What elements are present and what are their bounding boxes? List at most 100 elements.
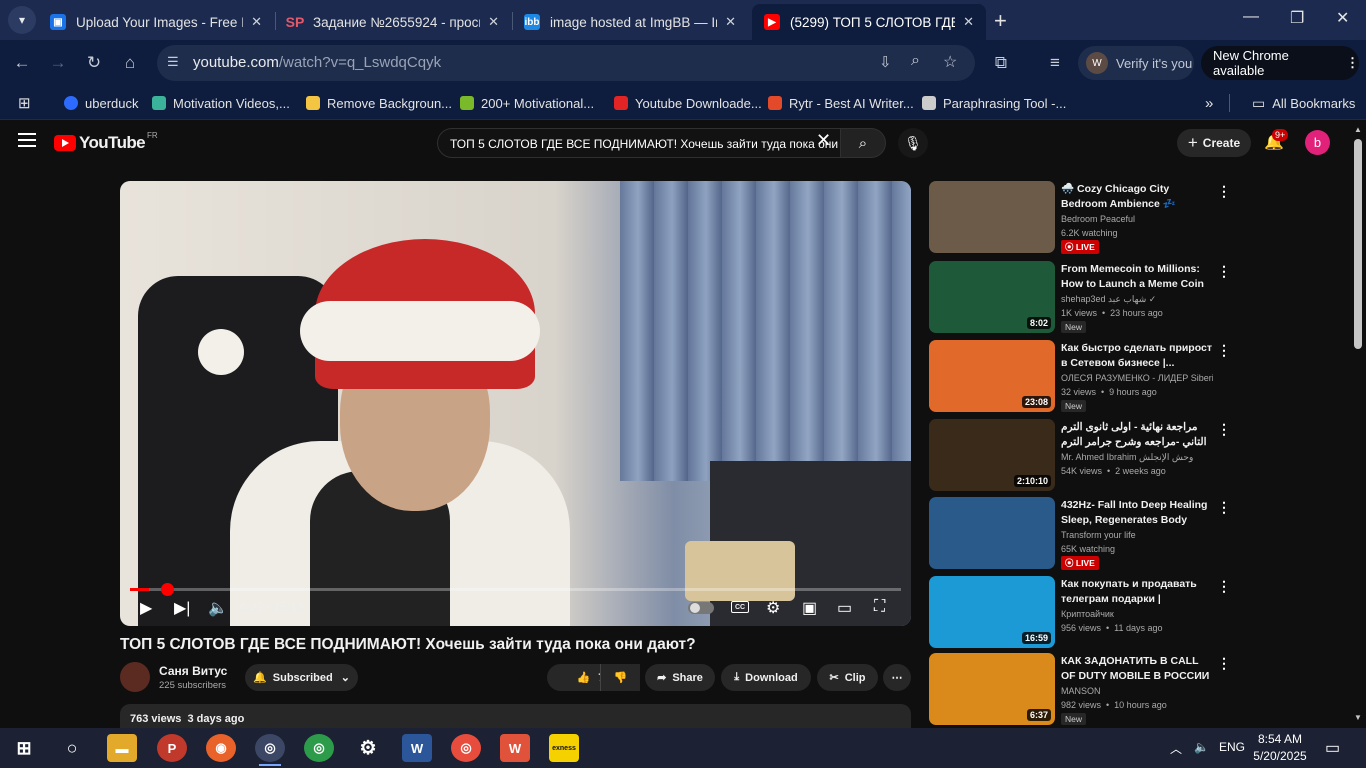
home-icon[interactable]: ⌂ (118, 51, 142, 75)
more-options-icon[interactable]: ⋮ (1217, 263, 1231, 280)
tab-youtube-active[interactable]: ▶ (5299) ТОП 5 СЛОТОВ ГДЕ ВСЕ ✕ (752, 4, 986, 40)
more-options-icon[interactable]: ⋮ (1217, 578, 1231, 595)
subscribed-button[interactable]: 🔔 Subscribed ⌄ (245, 664, 358, 691)
tray-expand-icon[interactable]: ︿ (1170, 740, 1182, 757)
more-options-icon[interactable]: ⋮ (1217, 183, 1231, 200)
subtitles-icon[interactable]: CC (731, 601, 749, 613)
recommended-title[interactable]: 🌨️ Cozy Chicago City Bedroom Ambience 💤 … (1061, 182, 1213, 212)
settings-gear-icon[interactable]: ⚙ (766, 598, 780, 618)
bookmark-star-icon[interactable]: ☆ (943, 52, 957, 72)
exness-icon[interactable]: exness (549, 734, 579, 762)
notification-center-icon[interactable]: ▭ (1325, 738, 1340, 758)
fullscreen-icon[interactable]: ⛶ (874, 598, 885, 616)
close-tab-icon[interactable]: ✕ (488, 14, 499, 30)
wps-office-icon[interactable]: W (500, 734, 530, 762)
more-options-icon[interactable]: ⋮ (1217, 655, 1231, 672)
chrome-icon[interactable]: ◎ (304, 734, 334, 762)
recommended-title[interactable]: Как быстро сделать прирост в Сетевом биз… (1061, 341, 1213, 371)
voice-search-button[interactable]: 🎙 (898, 128, 928, 158)
page-scrollbar[interactable]: ▲ ▼ (1350, 121, 1366, 728)
autoplay-toggle[interactable] (688, 602, 714, 614)
recommended-title[interactable]: 432Hz- Fall Into Deep Healing Sleep, Reg… (1061, 498, 1213, 528)
video-thumbnail[interactable]: 6:37 (929, 653, 1055, 725)
account-avatar[interactable]: b (1305, 130, 1330, 155)
tab-search-button[interactable]: ▾ (8, 6, 36, 34)
powerpoint-viewer-icon[interactable]: P (157, 734, 187, 762)
video-thumbnail[interactable] (929, 497, 1055, 569)
recommended-video[interactable]: 2:10:10 مراجعة نهائية - اولى ثانوى الترم … (929, 419, 1231, 491)
miniplayer-icon[interactable]: ▣ (802, 598, 817, 618)
search-button[interactable]: ⌕ (840, 128, 886, 158)
more-options-icon[interactable]: ⋮ (1217, 499, 1231, 516)
recommended-video[interactable]: 8:02 From Memecoin to Millions: How to La… (929, 261, 1231, 333)
recommended-video[interactable]: 6:37 КАК ЗАДОНАТИТЬ В CALL OF DUTY MOBILE… (929, 653, 1231, 725)
recommended-channel[interactable]: Криптоайчик (1061, 609, 1213, 619)
bookmark-motivation-videos[interactable]: Motivation Videos,... (152, 92, 290, 114)
firefox-icon[interactable]: ◉ (206, 734, 236, 762)
recommended-video[interactable]: 🌨️ Cozy Chicago City Bedroom Ambience 💤 … (929, 181, 1231, 254)
recommended-title[interactable]: From Memecoin to Millions: How to Launch… (1061, 262, 1213, 292)
video-thumbnail[interactable]: 16:59 (929, 576, 1055, 648)
back-arrow-icon[interactable]: ← (10, 51, 34, 75)
media-controls-icon[interactable]: ≡ (1043, 51, 1067, 75)
youtube-logo[interactable]: YouTube FR (54, 131, 158, 153)
theater-mode-icon[interactable]: ▭ (837, 598, 852, 618)
recommended-title[interactable]: КАК ЗАДОНАТИТЬ В CALL OF DUTY MOBILE В Р… (1061, 654, 1213, 684)
speaker-icon[interactable]: 🔈 (1194, 740, 1209, 754)
new-tab-button[interactable]: + (994, 8, 1007, 34)
more-bookmarks-icon[interactable]: » (1205, 92, 1213, 114)
chrome-red-icon[interactable]: ◎ (451, 734, 481, 762)
bookmark-youtube-downloader[interactable]: Youtube Downloade... (614, 92, 762, 114)
video-player[interactable]: ▶ ▶| 🔈 0:22 / 15:13 CC ⚙ ▣ ▭ ⛶ (120, 181, 911, 626)
scroll-up-icon[interactable]: ▲ (1354, 125, 1362, 134)
clip-button[interactable]: ✂ Clip (817, 664, 878, 691)
all-bookmarks-button[interactable]: ▭ All Bookmarks (1252, 92, 1355, 114)
recommended-video[interactable]: 432Hz- Fall Into Deep Healing Sleep, Reg… (929, 497, 1231, 570)
zoom-icon[interactable]: ⌕ (911, 52, 920, 70)
bookmark-paraphrasing[interactable]: Paraphrasing Tool -... (922, 92, 1066, 114)
reload-icon[interactable]: ↻ (82, 51, 106, 75)
share-button[interactable]: ➦ Share (645, 664, 715, 691)
address-bar[interactable]: ☰ youtube.com/watch?v=q_LswdqCqyk ⇩ ⌕ ☆ (157, 45, 975, 81)
maximize-button[interactable]: ❐ (1290, 8, 1304, 28)
recommended-channel[interactable]: shehap3ed شهاب عبد ✓ (1061, 294, 1213, 305)
bookmark-uberduck[interactable]: uberduck (64, 92, 138, 114)
search-input[interactable]: ТОП 5 СЛОТОВ ГДЕ ВСЕ ПОДНИМАЮТ! Хочешь з… (437, 128, 841, 158)
progress-scrubber[interactable] (160, 583, 174, 596)
more-actions-button[interactable]: ⋯ (883, 664, 911, 691)
tab-imgbb[interactable]: ibb image hosted at ImgBB — ImgB ✕ (512, 4, 748, 40)
language-indicator[interactable]: ENG (1219, 740, 1245, 754)
clear-search-icon[interactable]: ✕ (816, 130, 831, 151)
close-tab-icon[interactable]: ✕ (251, 14, 262, 30)
play-icon[interactable]: ▶ (140, 598, 152, 618)
chrome-profile-w-icon[interactable]: ◎ (255, 734, 285, 766)
tab-upload-images[interactable]: ▣ Upload Your Images - Free Ima ✕ (38, 4, 274, 40)
bookmark-rytr[interactable]: Rytr - Best AI Writer... (768, 92, 914, 114)
bookmark-motivational[interactable]: 200+ Motivational... (460, 92, 594, 114)
volume-icon[interactable]: 🔈 (208, 598, 228, 618)
forward-arrow-icon[interactable]: → (46, 51, 70, 75)
video-thumbnail[interactable]: 2:10:10 (929, 419, 1055, 491)
scroll-down-icon[interactable]: ▼ (1354, 713, 1362, 722)
scrollbar-thumb[interactable] (1354, 139, 1362, 349)
recommended-channel[interactable]: MANSON (1061, 686, 1213, 696)
channel-name[interactable]: Саня Витус (159, 664, 227, 678)
close-tab-icon[interactable]: ✕ (725, 14, 736, 30)
settings-icon[interactable]: ⚙ (353, 734, 383, 762)
recommended-channel[interactable]: Mr. Ahmed Ibrahim وحش الإنجلش (1061, 452, 1213, 463)
video-thumbnail[interactable]: 23:08 (929, 340, 1055, 412)
close-tab-icon[interactable]: ✕ (963, 14, 974, 30)
recommended-video[interactable]: 23:08 Как быстро сделать прирост в Сетево… (929, 340, 1231, 412)
create-button[interactable]: + Create (1177, 129, 1251, 157)
new-chrome-button[interactable]: New Chrome available ⋮ (1201, 46, 1359, 80)
hamburger-menu-icon[interactable] (18, 133, 36, 147)
windows-start-icon[interactable]: ⊞ (9, 734, 39, 762)
more-options-icon[interactable]: ⋮ (1217, 421, 1231, 438)
close-window-button[interactable]: ✕ (1336, 8, 1349, 28)
site-info-icon[interactable]: ☰ (167, 54, 179, 70)
recommended-video[interactable]: 16:59 Как покупать и продавать телеграм п… (929, 576, 1231, 648)
video-thumbnail[interactable]: 8:02 (929, 261, 1055, 333)
video-thumbnail[interactable] (929, 181, 1055, 253)
more-options-icon[interactable]: ⋮ (1217, 342, 1231, 359)
word-icon[interactable]: W (402, 734, 432, 762)
